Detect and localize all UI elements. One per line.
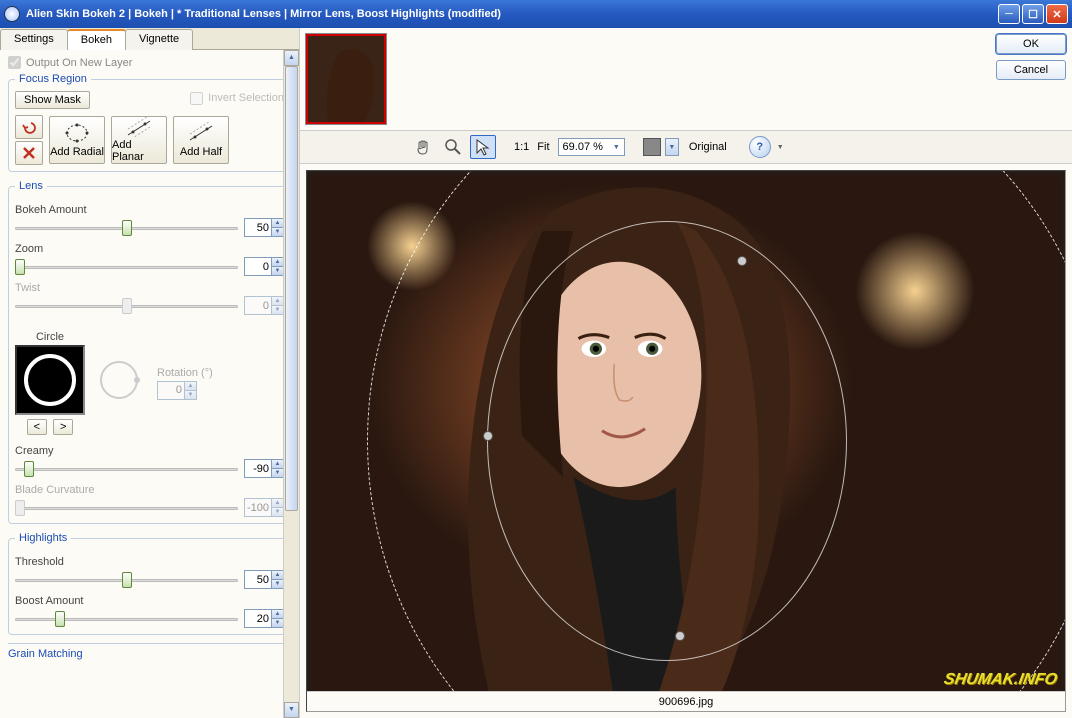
highlights-group: Highlights Threshold ▲▼ Boost Amount ▲▼ [8,532,291,635]
watermark: SHUMAK.INFO [943,671,1059,689]
help-dropdown-icon[interactable]: ▼ [777,144,784,151]
close-button[interactable]: ✕ [1046,4,1068,24]
show-mask-button[interactable]: Show Mask [15,91,90,109]
ratio-label[interactable]: 1:1 [514,141,529,153]
focus-region-legend: Focus Region [15,73,91,85]
half-icon [188,122,214,144]
zoom-label: Zoom [15,243,284,255]
bokeh-amount-input[interactable]: ▲▼ [244,218,284,237]
bokeh-amount-label: Bokeh Amount [15,204,284,216]
pointer-tool-icon[interactable] [470,135,496,159]
hand-tool-icon[interactable] [410,135,436,159]
boost-label: Boost Amount [15,595,284,607]
background-color-dropdown[interactable]: ▼ [665,138,679,156]
grain-matching-legend: Grain Matching [8,643,291,660]
window-title: Alien Skin Bokeh 2 | Bokeh | * Tradition… [26,8,501,20]
aperture-preview [15,345,85,415]
tab-vignette[interactable]: Vignette [125,29,193,50]
image-preview[interactable]: SHUMAK.INFO 900696.jpg [306,170,1066,712]
lens-group: Lens Bokeh Amount ▲▼ Zoom ▲▼ Twist ▲▼ [8,180,291,524]
creamy-input[interactable]: ▲▼ [244,459,284,478]
zoom-slider[interactable] [15,258,238,276]
aperture-shape-label: Circle [15,331,85,343]
add-planar-button[interactable]: Add Planar [111,116,167,164]
output-new-layer-checkbox[interactable]: Output On New Layer [8,56,291,69]
status-bar: 900696.jpg [307,691,1065,711]
background-color-swatch[interactable] [643,138,661,156]
title-bar: Alien Skin Bokeh 2 | Bokeh | * Tradition… [0,0,1072,28]
twist-label: Twist [15,282,284,294]
tab-bar: Settings Bokeh Vignette [0,28,299,50]
creamy-label: Creamy [15,445,284,457]
rotation-dial[interactable] [99,358,143,402]
add-half-button[interactable]: Add Half [173,116,229,164]
tab-bokeh[interactable]: Bokeh [67,29,126,50]
zoom-input[interactable]: ▲▼ [244,257,284,276]
add-radial-button[interactable]: Add Radial [49,116,105,164]
rotation-label: Rotation (°) [157,367,213,379]
planar-icon [126,117,152,137]
tab-settings[interactable]: Settings [0,29,68,50]
threshold-label: Threshold [15,556,284,568]
panel-scrollbar[interactable]: ▲ ▼ [283,50,299,718]
highlights-legend: Highlights [15,532,71,544]
invert-selection-checkbox[interactable]: Invert Selection [190,92,284,105]
bokeh-amount-slider[interactable] [15,219,238,237]
focus-handle[interactable] [675,631,685,641]
boost-slider[interactable] [15,610,238,628]
fit-label[interactable]: Fit [537,141,549,153]
focus-handle[interactable] [483,431,493,441]
settings-panel: Settings Bokeh Vignette Output On New La… [0,28,300,718]
radial-icon [64,122,90,144]
boost-input[interactable]: ▲▼ [244,609,284,628]
zoom-dropdown[interactable]: 69.07 %▼ [558,138,625,156]
app-icon [4,6,20,22]
maximize-button[interactable]: ☐ [1022,4,1044,24]
focus-region-group: Focus Region Show Mask Invert Selection [8,73,291,172]
rotation-input: ▲▼ [157,381,197,400]
aperture-prev-button[interactable]: < [27,419,47,435]
blade-curvature-label: Blade Curvature [15,484,284,496]
minimize-button[interactable]: ─ [998,4,1020,24]
help-button[interactable]: ? [749,136,771,158]
preview-panel: OK Cancel 1:1 Fit 69.07 %▼ ▼ Original ? … [300,28,1072,718]
aperture-next-button[interactable]: > [53,419,73,435]
ok-button[interactable]: OK [996,34,1066,54]
zoom-tool-icon[interactable] [440,135,466,159]
twist-slider [15,297,238,315]
undo-button[interactable] [15,115,43,139]
blade-curvature-slider [15,499,238,517]
preview-toolbar: 1:1 Fit 69.07 %▼ ▼ Original ? ▼ [300,130,1072,164]
delete-button[interactable] [15,141,43,165]
twist-input: ▲▼ [244,296,284,315]
focus-ring-outer[interactable] [367,170,1066,712]
filename-label: 900696.jpg [659,696,713,708]
threshold-slider[interactable] [15,571,238,589]
focus-handle[interactable] [737,256,747,266]
lens-legend: Lens [15,180,47,192]
original-label[interactable]: Original [689,141,727,153]
threshold-input[interactable]: ▲▼ [244,570,284,589]
blade-curvature-input: ▲▼ [244,498,284,517]
cancel-button[interactable]: Cancel [996,60,1066,80]
thumbnail-preview[interactable] [306,34,386,124]
creamy-slider[interactable] [15,460,238,478]
